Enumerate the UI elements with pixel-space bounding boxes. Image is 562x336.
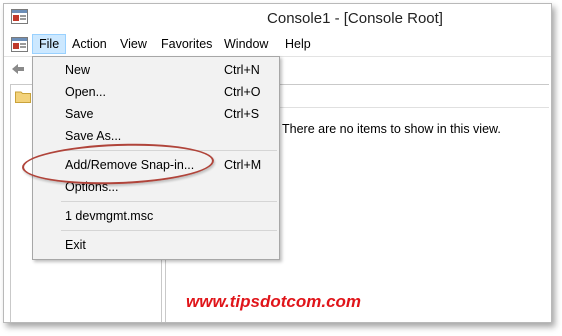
menu-separator	[61, 230, 277, 231]
menu-item-open[interactable]: Open... Ctrl+O	[33, 82, 279, 102]
menu-item-shortcut: Ctrl+O	[224, 85, 261, 99]
menu-item-label: Open...	[65, 85, 106, 99]
empty-view-message: There are no items to show in this view.	[282, 122, 501, 136]
menu-bar: File Action View Favorites Window Help	[4, 32, 551, 56]
menu-item-save-as[interactable]: Save As...	[33, 126, 279, 146]
menu-item-label: Exit	[65, 238, 86, 252]
console-child-icon[interactable]	[11, 37, 28, 52]
menu-action[interactable]: Action	[66, 34, 113, 54]
menu-item-shortcut: Ctrl+N	[224, 63, 260, 77]
menu-separator	[61, 201, 277, 202]
window-title: Console1 - [Console Root]	[267, 10, 443, 27]
menu-item-label: Save As...	[65, 129, 122, 143]
title-bar: Console1 - [Console Root]	[4, 4, 551, 32]
menu-item-save[interactable]: Save Ctrl+S	[33, 104, 279, 124]
menu-item-exit[interactable]: Exit	[33, 235, 279, 255]
menu-window[interactable]: Window	[218, 34, 274, 54]
menu-favorites[interactable]: Favorites	[155, 34, 218, 54]
watermark-text: www.tipsdotcom.com	[186, 292, 362, 311]
menu-help[interactable]: Help	[279, 34, 317, 54]
folder-icon[interactable]	[15, 90, 31, 103]
menu-item-shortcut: Ctrl+M	[224, 158, 262, 172]
menu-item-recent-file[interactable]: 1 devmgmt.msc	[33, 206, 279, 226]
menu-file[interactable]: File	[32, 34, 67, 54]
menu-item-label: New	[65, 63, 91, 77]
menu-item-label: Save	[65, 107, 94, 121]
menu-view[interactable]: View	[114, 34, 153, 54]
menu-item-label: 1 devmgmt.msc	[65, 209, 154, 223]
back-arrow-icon[interactable]	[11, 63, 25, 75]
menu-item-new[interactable]: New Ctrl+N	[33, 60, 279, 80]
menu-item-shortcut: Ctrl+S	[224, 107, 260, 121]
